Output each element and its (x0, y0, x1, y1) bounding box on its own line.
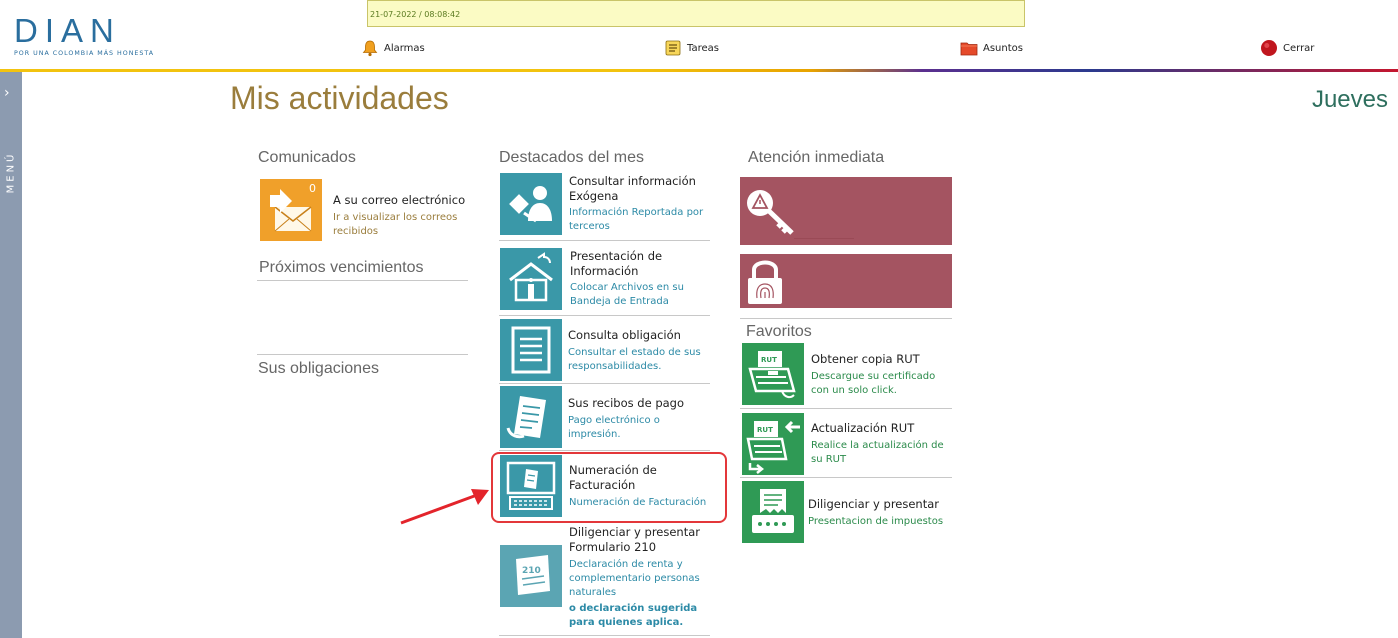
favorito-tile-copia-rut[interactable]: RUT (742, 343, 804, 405)
destacado-tile-consulta-obligacion[interactable] (500, 319, 562, 381)
destacado-title[interactable]: Presentación de Información (570, 249, 705, 279)
destacado-desc[interactable]: Declaración de renta y complementario pe… (569, 558, 704, 600)
divider (499, 635, 710, 636)
folder-icon (960, 39, 978, 57)
favorito-title[interactable]: Actualización RUT (811, 421, 951, 436)
email-title[interactable]: A su correo electrónico (333, 193, 468, 208)
email-desc[interactable]: Ir a visualizar los correos recibidos (333, 211, 463, 239)
divider (499, 383, 710, 384)
section-destacados: Destacados del mes (499, 149, 644, 166)
destacado-desc[interactable]: Información Reportada por terceros (569, 206, 704, 234)
divider (499, 450, 710, 451)
person-document-icon (509, 186, 552, 223)
nav-label: Asuntos (983, 42, 1023, 54)
nav-tareas[interactable]: Tareas (664, 38, 719, 58)
favorito-title[interactable]: Obtener copia RUT (811, 352, 951, 367)
favorito-desc[interactable]: Descargue su certificado con un solo cli… (811, 370, 951, 398)
rut-update-icon: RUT (746, 420, 800, 474)
divider (499, 240, 710, 241)
favorito-tile-actualizacion-rut[interactable]: RUT (742, 413, 804, 475)
destacado-desc-bold[interactable]: o declaración sugerida para quienes apli… (569, 602, 704, 630)
destacado-tile-recibos[interactable] (500, 386, 562, 448)
divider (257, 354, 468, 355)
tax-form-icon (752, 489, 794, 533)
receipt-icon (506, 396, 546, 439)
power-icon (1260, 39, 1278, 57)
bell-icon (361, 39, 379, 57)
destacado-tile-exogena[interactable] (500, 173, 562, 235)
favorito-tile-diligenciar[interactable] (742, 481, 804, 543)
logo-text: DIAN (14, 12, 121, 49)
page-title: Mis actividades (230, 80, 449, 116)
section-comunicados: Comunicados (258, 149, 356, 166)
sidebar-menu[interactable]: › MENÚ (0, 72, 22, 638)
destacado-title[interactable]: Consulta obligación (568, 328, 708, 343)
day-label: Jueves (1311, 86, 1388, 113)
chevron-right-icon[interactable]: › (4, 86, 10, 100)
destacado-desc[interactable]: Consultar el estado de sus responsabilid… (568, 346, 708, 374)
favorito-desc[interactable]: Presentacion de impuestos (808, 515, 953, 529)
nav-asuntos[interactable]: Asuntos (960, 38, 1023, 58)
rut-printer-icon: RUT (748, 351, 796, 399)
nav-cerrar[interactable]: Cerrar (1260, 38, 1314, 58)
divider (740, 408, 952, 409)
header: DIAN POR UNA COLOMBIA MÁS HONESTA 21-07-… (0, 0, 1398, 70)
destacado-desc[interactable]: Pago electrónico o impresión. (568, 414, 703, 442)
annotation-arrow-icon (400, 489, 489, 525)
destacado-title[interactable]: Consultar información Exógena (569, 174, 704, 204)
destacado-tile-presentacion[interactable] (500, 248, 562, 310)
favorito-desc[interactable]: Realice la actualización de su RUT (811, 439, 951, 467)
document-lines-icon (511, 326, 551, 374)
section-proximos: Próximos vencimientos (259, 259, 424, 276)
color-bar (0, 69, 1398, 72)
section-favoritos: Favoritos (746, 323, 812, 340)
nav-label: Alarmas (384, 42, 425, 54)
nav-label: Tareas (687, 42, 719, 54)
sidebar-label: MENÚ (5, 151, 17, 194)
section-atencion: Atención inmediata (748, 149, 885, 166)
divider (740, 318, 952, 319)
atencion-button-alert[interactable] (740, 177, 952, 245)
atencion-button-lock[interactable] (740, 254, 952, 308)
nav-alarmas[interactable]: Alarmas (361, 38, 425, 58)
highlight-box (491, 452, 727, 523)
destacado-tile-formulario-210[interactable]: 210 (500, 545, 562, 607)
notice-datetime: 21-07-2022 / 08:08:42 (370, 10, 461, 19)
divider (499, 315, 710, 316)
house-upload-icon (509, 252, 553, 302)
logo-tagline: POR UNA COLOMBIA MÁS HONESTA (14, 50, 155, 57)
divider (794, 238, 854, 239)
notice-bar: 21-07-2022 / 08:08:42 (367, 0, 1025, 27)
destacado-title[interactable]: Sus recibos de pago (568, 396, 708, 411)
dian-logo[interactable]: DIAN POR UNA COLOMBIA MÁS HONESTA (14, 14, 154, 57)
favorito-title[interactable]: Diligenciar y presentar (808, 497, 953, 512)
divider (740, 477, 952, 478)
alert-key-icon (747, 190, 794, 235)
form-210-icon: 210 (516, 555, 550, 595)
section-obligaciones: Sus obligaciones (258, 360, 379, 377)
nav-label: Cerrar (1283, 42, 1315, 54)
svg-text:210: 210 (522, 566, 541, 576)
task-list-icon (664, 39, 682, 57)
email-count-badge: 0 (309, 182, 316, 195)
divider (257, 280, 468, 281)
svg-text:RUT: RUT (761, 356, 777, 364)
destacado-title[interactable]: Diligenciar y presentar Formulario 210 (569, 525, 709, 555)
destacado-desc[interactable]: Colocar Archivos en su Bandeja de Entrad… (570, 281, 705, 309)
fingerprint-lock-icon (748, 260, 782, 304)
svg-text:RUT: RUT (757, 426, 773, 434)
